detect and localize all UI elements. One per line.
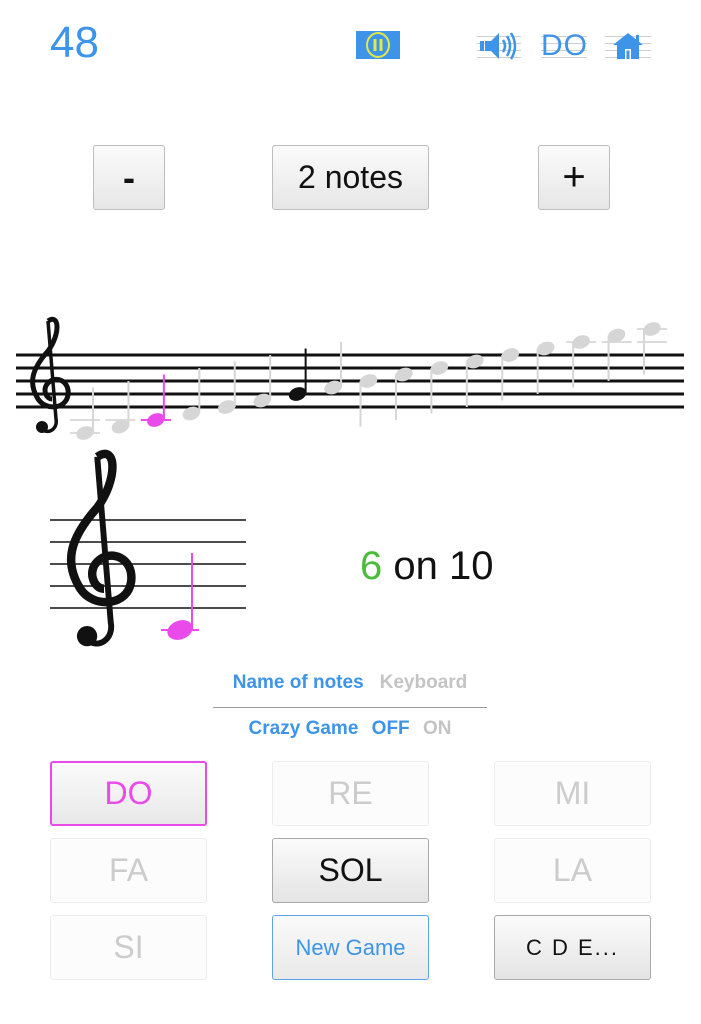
range-note-g4[interactable]	[287, 348, 308, 404]
range-note-e4[interactable]	[216, 361, 237, 417]
new-game-button[interactable]: New Game	[272, 915, 429, 980]
answer-mi-button[interactable]: MI	[494, 761, 651, 826]
range-staff-lines	[16, 353, 684, 409]
notation-toggle-button[interactable]: C D E...	[494, 915, 651, 980]
treble-clef-icon	[66, 449, 136, 647]
question-note[interactable]	[161, 553, 199, 643]
tab-keyboard[interactable]: Keyboard	[380, 672, 468, 693]
range-note-f5[interactable]	[500, 346, 521, 401]
correct-count: 6	[360, 544, 383, 588]
range-note-a5[interactable]	[566, 333, 597, 388]
answer-do-button[interactable]: DO	[50, 761, 207, 826]
range-note-c4[interactable]	[140, 374, 171, 430]
range-note-a3[interactable]	[70, 387, 100, 443]
range-note-b4[interactable]	[358, 372, 379, 427]
range-note-d5[interactable]	[429, 359, 450, 414]
answer-fa-button[interactable]: FA	[50, 838, 207, 903]
crazy-game-on[interactable]: ON	[423, 718, 452, 739]
question-staff-lines	[50, 519, 246, 609]
tab-name-of-notes[interactable]: Name of notes	[233, 672, 364, 693]
crazy-game-label: Crazy Game	[248, 718, 359, 739]
crazy-game-toggle: Crazy Game OFF ON	[200, 718, 500, 740]
total-count: 10	[448, 544, 494, 588]
divider	[213, 707, 487, 708]
answer-re-button[interactable]: RE	[272, 761, 429, 826]
treble-clef-icon	[30, 316, 71, 434]
answer-la-button[interactable]: LA	[494, 838, 651, 903]
range-note-c6[interactable]	[637, 320, 667, 375]
answer-sol-button[interactable]: SOL	[272, 838, 429, 903]
answer-si-button[interactable]: SI	[50, 915, 207, 980]
result-separator: on	[382, 544, 449, 588]
crazy-game-off[interactable]: OFF	[372, 718, 410, 739]
result-text: 6 on 10	[360, 540, 493, 592]
mode-selector: Name of notes Keyboard	[200, 672, 500, 694]
range-staff[interactable]	[0, 0, 701, 460]
